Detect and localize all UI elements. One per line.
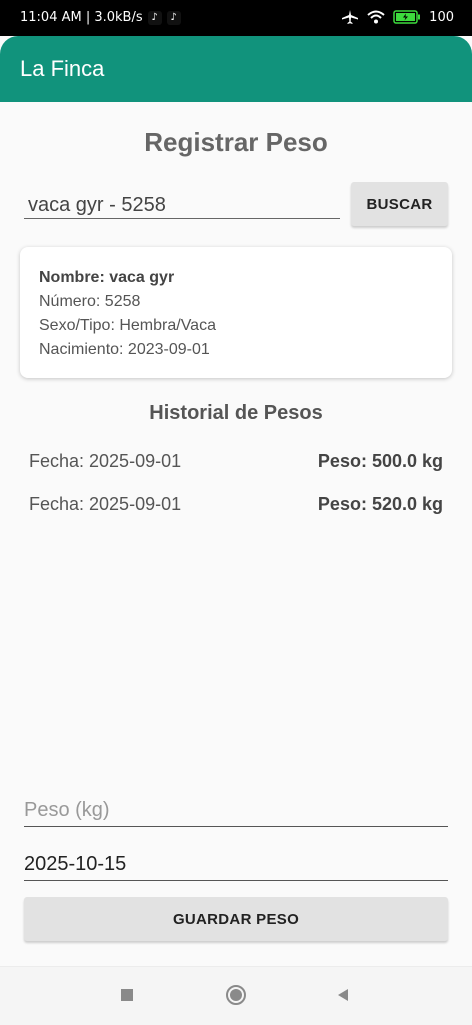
- date-input[interactable]: [24, 848, 448, 881]
- tiktok-icon: ♪: [147, 10, 162, 25]
- circle-icon[interactable]: [225, 984, 247, 1006]
- history-row: Fecha: 2025-09-01 Peso: 520.0 kg: [29, 494, 443, 518]
- history-date: Fecha: 2025-09-01: [29, 494, 182, 514]
- status-left: 11:04 AM | 3.0kB/s ♪ ♪: [20, 10, 181, 25]
- history-row: Fecha: 2025-09-01 Peso: 500.0 kg: [29, 451, 443, 475]
- search-input[interactable]: [24, 192, 340, 219]
- history-title: Historial de Pesos: [149, 402, 323, 424]
- history-weight: Peso: 500.0 kg: [317, 451, 443, 471]
- animal-birth-date: Nacimiento: 2023-09-01: [39, 341, 210, 358]
- wifi-icon: [367, 10, 385, 23]
- status-right: 100: [341, 9, 454, 25]
- tiktok-icon: ♪: [166, 10, 181, 25]
- status-time-speed: 11:04 AM | 3.0kB/s: [20, 10, 143, 25]
- search-button[interactable]: BUSCAR: [351, 182, 448, 226]
- weight-input[interactable]: [24, 794, 448, 827]
- animal-number: Número: 5258: [39, 293, 141, 310]
- animal-name: Nombre: vaca gyr: [39, 269, 175, 286]
- history-date: Fecha: 2025-09-01: [29, 451, 182, 471]
- animal-sex-type: Sexo/Tipo: Hembra/Vaca: [39, 317, 216, 334]
- history-weight: Peso: 520.0 kg: [317, 494, 443, 514]
- battery-level: 100: [429, 9, 454, 25]
- animal-info-card: Nombre: vaca gyr Número: 5258 Sexo/Tipo:…: [20, 247, 452, 378]
- triangle-back-icon[interactable]: [335, 987, 351, 1003]
- app-title: La Finca: [20, 56, 105, 81]
- system-nav-bar: [0, 966, 472, 1025]
- save-weight-button[interactable]: GUARDAR PESO: [24, 897, 448, 941]
- square-icon[interactable]: [119, 987, 135, 1003]
- page-title: Registrar Peso: [144, 127, 328, 157]
- battery-charging-icon: [393, 10, 421, 24]
- airplane-icon: [342, 10, 359, 24]
- status-bar: 11:04 AM | 3.0kB/s ♪ ♪ 100: [0, 0, 472, 36]
- app-bar: La Finca: [0, 36, 472, 102]
